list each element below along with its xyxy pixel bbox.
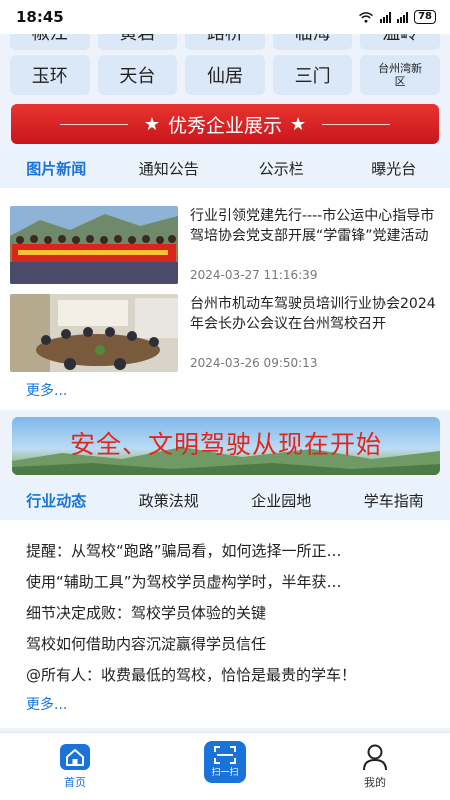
slogan-text: 安全、文明驾驶从现在开始 (69, 430, 382, 459)
city-label: 台州湾新区 (378, 62, 423, 88)
list-item[interactable]: 驾校如何借助内容沉淀赢得学员信任 (26, 633, 436, 654)
industry-tabs: 行业动态 政策法规 企业园地 学车指南 (0, 480, 450, 520)
city-button-xianju[interactable]: 仙居 (185, 55, 265, 95)
status-time: 18:45 (16, 8, 64, 26)
signal-icon (380, 11, 392, 23)
wifi-icon (359, 11, 373, 23)
list-item[interactable]: 提醒：从驾校“跑路”骗局看，如何选择一所正… (26, 540, 436, 561)
excellent-enterprise-banner[interactable]: ★ 优秀企业展示 ★ (11, 104, 439, 144)
status-bar: 18:45 78 (0, 0, 450, 34)
more-industry-link[interactable]: 更多... (26, 694, 67, 714)
banner-title: 优秀企业展示 (167, 114, 282, 137)
tab-driving-guide[interactable]: 学车指南 (344, 490, 444, 511)
signal-icon (397, 11, 409, 23)
news-image (10, 206, 178, 284)
tab-notices[interactable]: 通知公告 (119, 158, 219, 179)
news-title: 行业引领党建先行----市公运中心指导市驾培协会党支部开展“学雷锋”党建活动 (190, 208, 435, 244)
city-button-yuhuan[interactable]: 玉环 (10, 55, 90, 95)
news-image (10, 294, 178, 372)
battery-icon: 78 (414, 10, 436, 24)
scan-icon (214, 746, 236, 764)
nav-label: 首页 (64, 776, 86, 789)
safety-slogan-banner[interactable]: 安全、文明驾驶从现在开始 (12, 417, 440, 475)
news-date: 2024-03-27 11:16:39 (190, 268, 318, 282)
nav-mine[interactable]: 我的 (325, 733, 425, 790)
tab-bulletin[interactable]: 公示栏 (231, 158, 331, 179)
news-date: 2024-03-26 09:50:13 (190, 356, 318, 370)
news-item[interactable]: 行业引领党建先行----市公运中心指导市驾培协会党支部开展“学雷锋”党建活动 2… (10, 206, 440, 284)
nav-scan[interactable]: 扫一扫 (175, 733, 275, 783)
industry-panel: 提醒：从驾校“跑路”骗局看，如何选择一所正… 使用“辅助工具”为驾校学员虚构学时… (0, 520, 450, 728)
news-panel: 行业引领党建先行----市公运中心指导市驾培协会党支部开展“学雷锋”党建活动 2… (0, 188, 450, 410)
news-title: 台州市机动车驾驶员培训行业协会2024年会长办公会议在台州驾校召开 (190, 296, 436, 332)
news-tabs: 图片新闻 通知公告 公示栏 曝光台 (0, 148, 450, 188)
city-button-tiantai[interactable]: 天台 (97, 55, 178, 95)
divider (59, 123, 128, 125)
divider (322, 123, 391, 125)
scan-button[interactable]: 扫一扫 (204, 741, 246, 783)
nav-label: 我的 (364, 776, 386, 789)
list-item[interactable]: 使用“辅助工具”为驾校学员虚构学时，半年获… (26, 571, 436, 592)
list-item[interactable]: 细节决定成败：驾校学员体验的关键 (26, 602, 436, 623)
star-icon: ★ (143, 113, 160, 135)
city-button-taizhou-bay[interactable]: 台州湾新区 (360, 55, 440, 95)
more-news-link[interactable]: 更多... (26, 380, 67, 400)
scan-label: 扫一扫 (211, 768, 239, 778)
bottom-nav: 首页 扫一扫 我的 (0, 732, 450, 800)
tab-policies[interactable]: 政策法规 (119, 490, 219, 511)
home-icon (60, 744, 90, 770)
tab-exposure[interactable]: 曝光台 (344, 158, 444, 179)
city-row: 玉环 天台 仙居 三门 台州湾新区 (10, 55, 440, 95)
city-button-sanmen[interactable]: 三门 (272, 55, 353, 95)
tab-enterprise-garden[interactable]: 企业园地 (231, 490, 331, 511)
list-item[interactable]: @所有人：收费最低的驾校，恰恰是最贵的学车！ (26, 664, 436, 685)
news-item[interactable]: 台州市机动车驾驶员培训行业协会2024年会长办公会议在台州驾校召开 2024-0… (10, 294, 440, 372)
user-icon (363, 744, 387, 771)
tab-picture-news[interactable]: 图片新闻 (6, 158, 106, 179)
nav-home[interactable]: 首页 (25, 733, 125, 790)
star-icon: ★ (290, 113, 307, 135)
status-icons: 78 (358, 10, 436, 24)
tab-industry-news[interactable]: 行业动态 (6, 490, 106, 511)
